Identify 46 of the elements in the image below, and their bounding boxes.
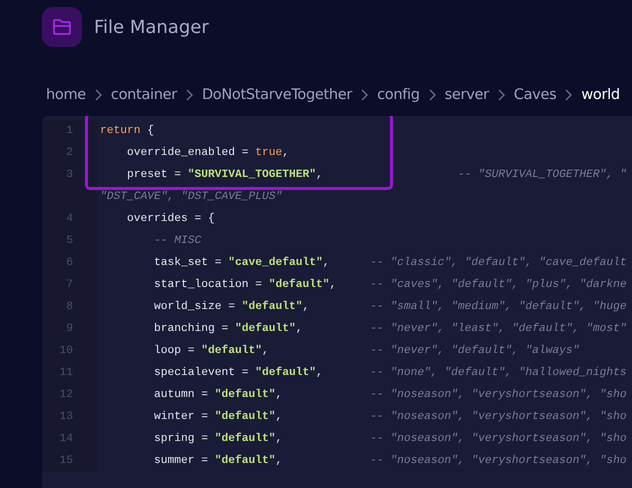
breadcrumb-link[interactable]: world <box>581 87 620 103</box>
code-line: override_enabled = true, <box>126 146 290 161</box>
line-number: 13 <box>58 410 74 425</box>
line-number: 2 <box>65 146 74 161</box>
chevron-right-icon <box>361 89 368 101</box>
line-number: 7 <box>65 278 74 293</box>
breadcrumb-link[interactable]: config <box>377 87 420 103</box>
line-number: 11 <box>58 366 74 381</box>
line-number: 14 <box>58 432 74 447</box>
breadcrumb-link[interactable]: Caves <box>514 87 556 103</box>
code-line: branching = "default", -- "never", "least", "default", "most" <box>153 322 628 337</box>
chevron-right-icon <box>498 89 505 101</box>
chevron-right-icon <box>186 89 193 101</box>
code-line: return { <box>99 124 156 139</box>
breadcrumb-link[interactable]: container <box>110 87 177 103</box>
folder-icon <box>52 18 72 36</box>
line-number: 6 <box>65 256 74 271</box>
line-number: 9 <box>65 322 74 337</box>
line-number: 15 <box>58 454 74 469</box>
code-line: summer = "default", -- "noseason", "veryshortseason", "sho <box>153 454 628 469</box>
code-line: autumn = "default", -- "noseason", "veryshortseason", "sho <box>153 388 628 403</box>
line-number: 5 <box>65 234 74 249</box>
code-line: preset = "SURVIVAL_TOGETHER", -- "SURVIVAL_TOGETHER", " <box>126 168 628 183</box>
line-number: 4 <box>65 212 74 227</box>
chevron-right-icon <box>565 89 572 101</box>
code-line: world_size = "default", -- "small", "medium", "default", "huge <box>153 300 628 315</box>
code-line: task_set = "cave_default", -- "classic", "default", "cave_default <box>153 256 628 271</box>
code-line: spring = "default", -- "noseason", "veryshortseason", "sho <box>153 432 628 447</box>
code-line: loop = "default", -- "never", "default", "always" <box>153 344 580 359</box>
breadcrumb-link[interactable]: server <box>444 87 489 103</box>
chevron-right-icon <box>94 89 102 101</box>
code-line: specialevent = "default", -- "none", "default", "hallowed_nights <box>153 366 628 381</box>
app-title: File Manager <box>94 16 209 38</box>
line-number: 10 <box>58 344 74 359</box>
chevron-right-icon <box>428 89 436 101</box>
breadcrumb-link[interactable]: home <box>46 87 86 103</box>
code-line: start_location = "default", -- "caves", "default", "plus", "darkne <box>153 278 628 293</box>
line-number: 12 <box>58 388 74 403</box>
code-line: winter = "default", -- "noseason", "veryshortseason", "sho <box>153 410 628 425</box>
line-number: 8 <box>65 300 74 315</box>
code-line: overrides = { <box>126 212 216 227</box>
code-line: "DST_CAVE", "DST_CAVE_PLUS" <box>99 190 284 205</box>
code-line: -- MISC <box>153 234 202 249</box>
breadcrumb-link[interactable]: DoNotStarveTogether <box>202 87 352 103</box>
line-number: 3 <box>65 168 74 183</box>
line-number: 1 <box>65 124 74 139</box>
